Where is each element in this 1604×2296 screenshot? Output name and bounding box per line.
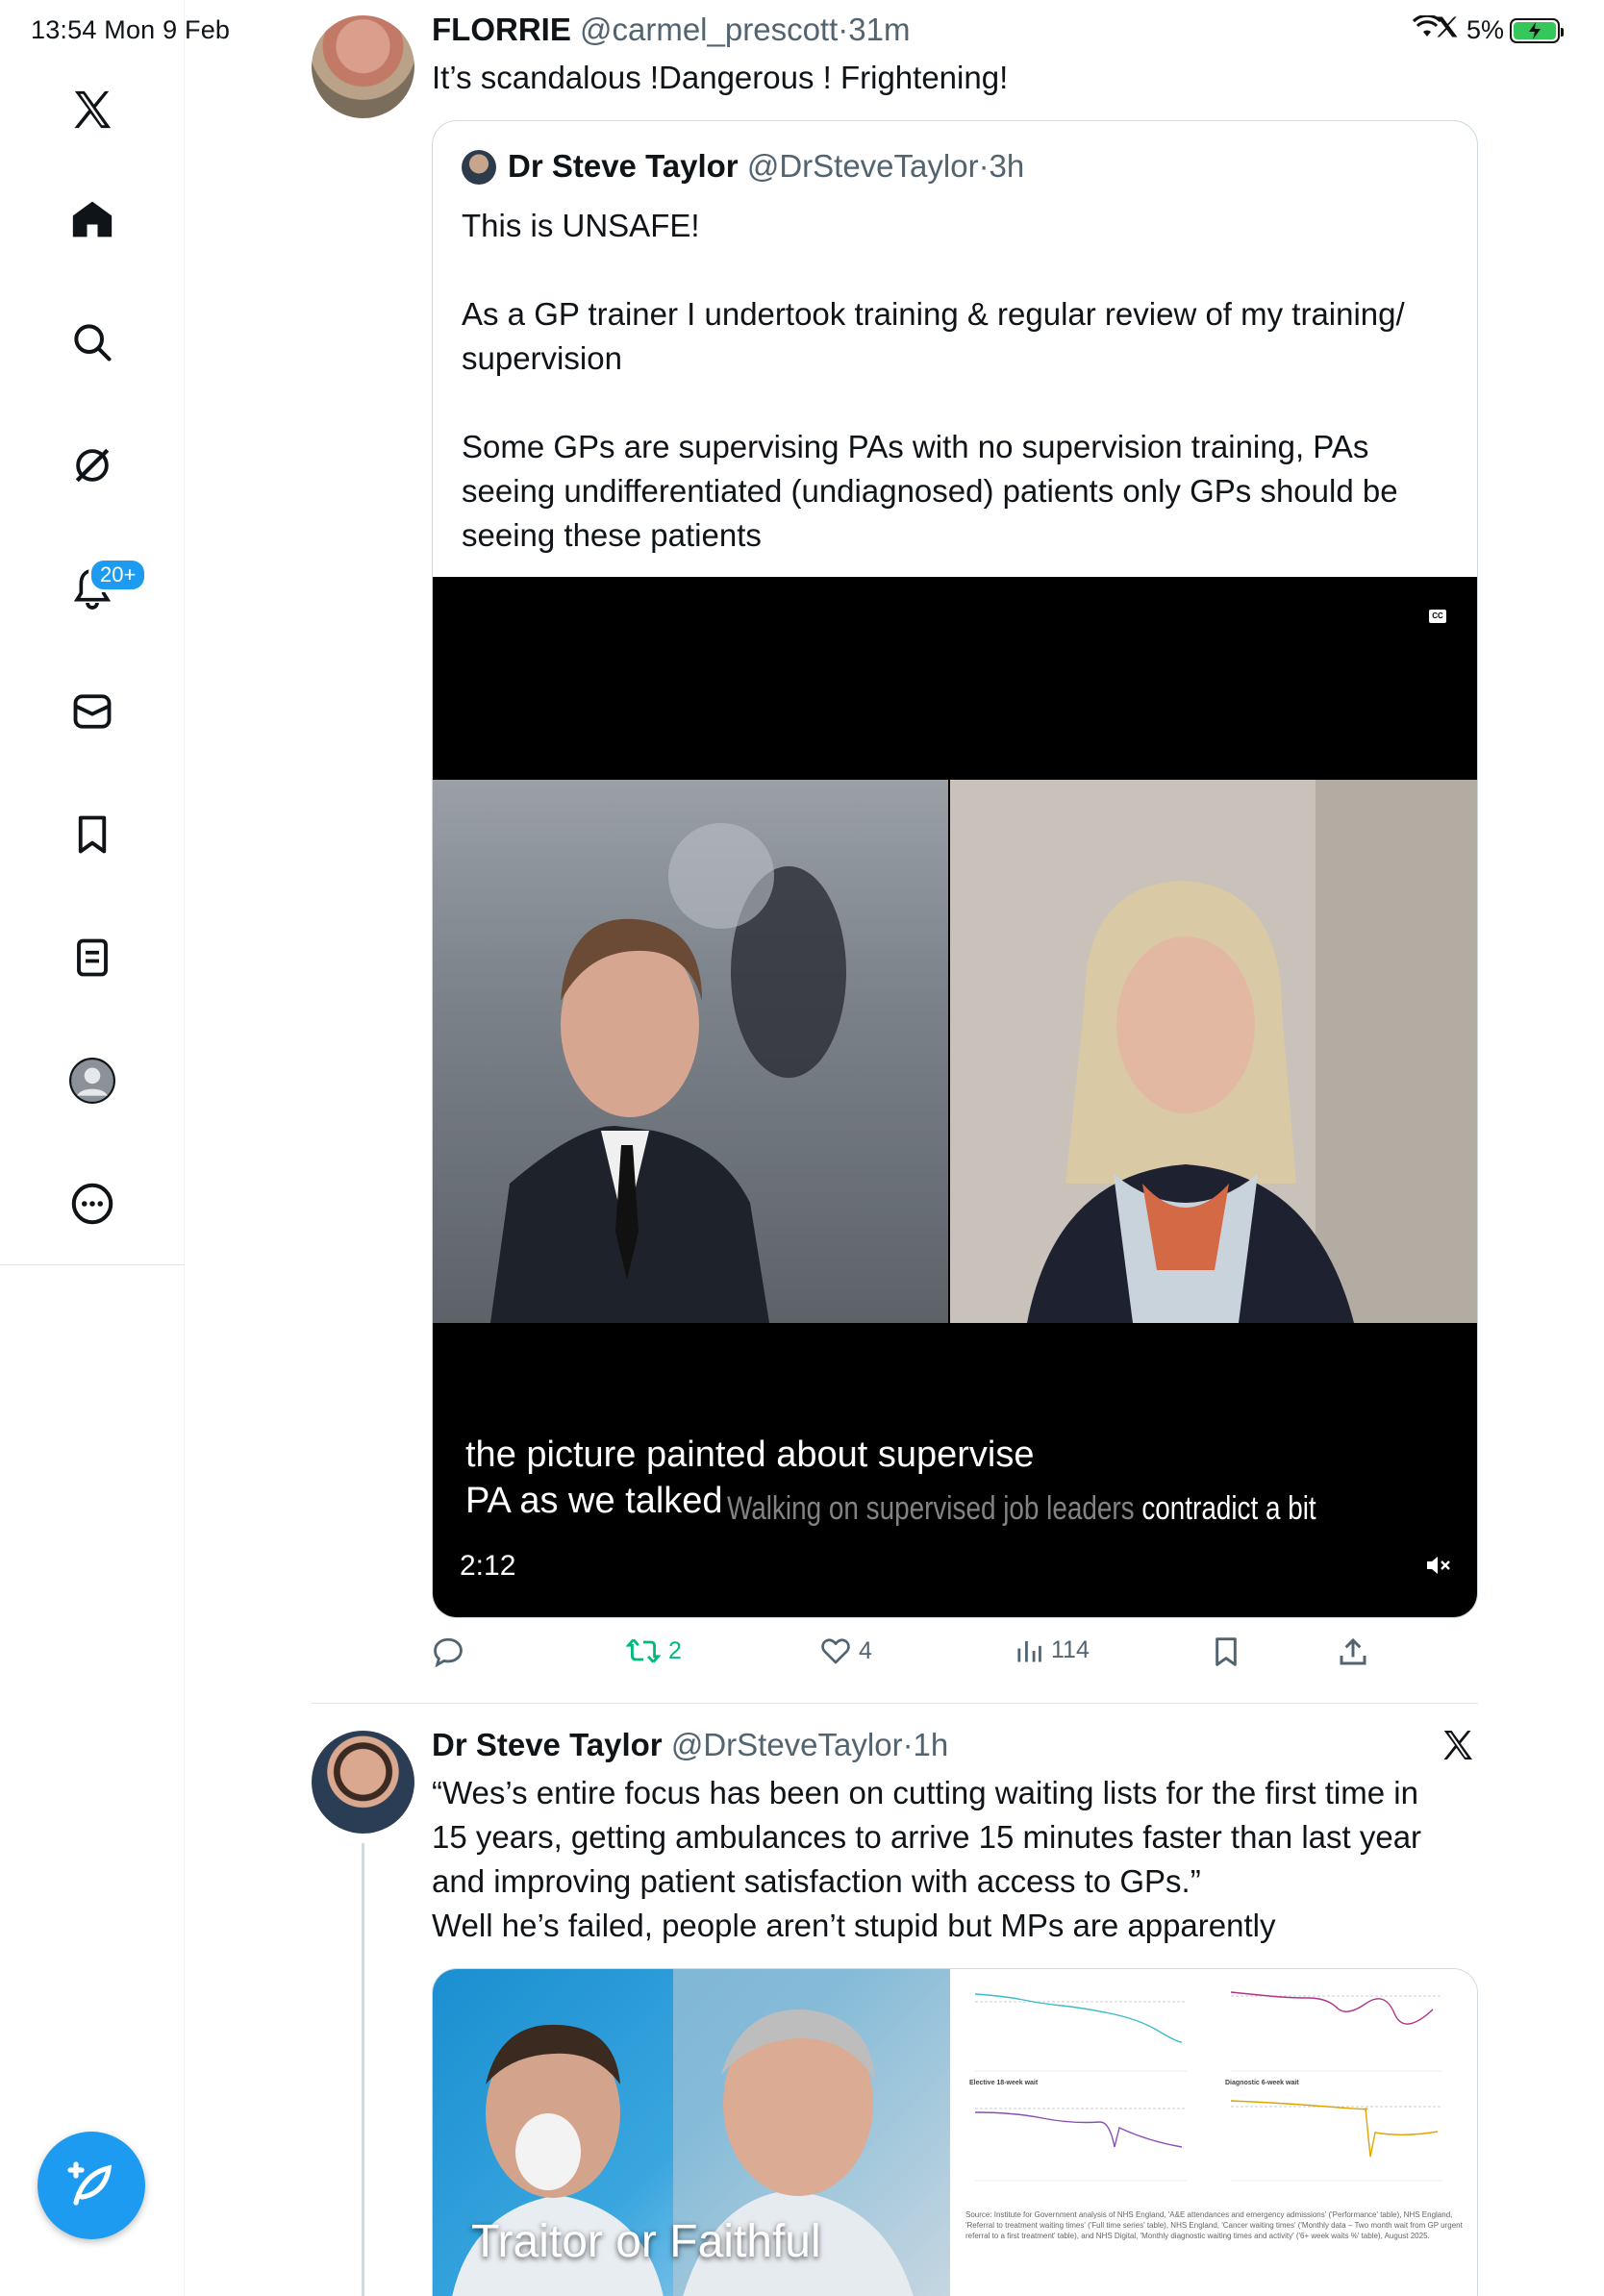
quoted-timestamp: ·3h	[978, 148, 1025, 184]
x-logo-status-icon	[1434, 13, 1461, 47]
heart-icon	[821, 1638, 850, 1664]
tweet1-text: It’s scandalous !Dangerous ! Frightening…	[432, 60, 1009, 95]
quoted-author-name: Dr Steve Taylor	[508, 148, 739, 184]
tweet-divider	[312, 1703, 1478, 1704]
reply-button[interactable]	[432, 1636, 472, 1667]
mini-chart-diagnostic: Diagnostic 6-week wait	[1221, 2080, 1452, 2185]
burned-caption-faded: Walking on supervised job leaders	[727, 1490, 1135, 1527]
repost-button[interactable]: 2	[626, 1636, 682, 1665]
compose-feather-icon	[67, 2161, 113, 2206]
search-icon[interactable]	[62, 312, 123, 373]
quoted-tweet-header: Dr Steve Taylor @DrSteveTaylor·3h	[508, 148, 1024, 185]
like-count: 4	[859, 1636, 872, 1664]
status-indicators: 5%	[1412, 13, 1564, 47]
bookmark-icon	[1216, 1637, 1237, 1666]
video-caption-line1: the picture painted about supervise	[465, 1435, 1035, 1475]
share-icon	[1340, 1637, 1366, 1665]
quoted-tweet-card[interactable]: Dr Steve Taylor @DrSteveTaylor·3h This i…	[432, 120, 1478, 1618]
mini-chart-elective: Elective 18-week wait	[965, 2080, 1196, 2185]
thread-connector-line	[362, 1843, 364, 2296]
mini-chart-cancer	[1221, 1975, 1452, 2081]
video-frame-woman	[950, 780, 1477, 1323]
tweet2-media[interactable]: Traitor or Faithful Elective 18-week wai…	[432, 1968, 1478, 2296]
bookmark-button[interactable]	[1213, 1636, 1240, 1667]
tweet2-line: Well he’s failed, people aren’t stupid b…	[432, 1908, 1276, 1943]
battery-icon	[1510, 17, 1564, 43]
burned-caption-bright: contradict a bit	[1141, 1490, 1316, 1527]
media-caption: Traitor or Faithful	[471, 2216, 821, 2267]
view-count: 114	[1051, 1636, 1090, 1663]
tweet2-text: “Wes’s entire focus has been on cutting …	[432, 1771, 1480, 1948]
video-duration: 2:12	[460, 1550, 516, 1582]
tweet2-timestamp[interactable]: ·1h	[903, 1727, 949, 1762]
media-image-politicians[interactable]: Traitor or Faithful	[433, 1969, 950, 2296]
tweet1-author-name[interactable]: FLORRIE	[432, 12, 571, 47]
tweet1-header: FLORRIE @carmel_prescott·31m	[432, 12, 910, 48]
tweet2-header: Dr Steve Taylor @DrSteveTaylor·1h	[432, 1727, 948, 1763]
chart-label: Elective 18-week wait	[969, 2080, 1039, 2086]
closed-captions-icon[interactable]: CC	[1429, 610, 1446, 623]
x-logo-icon	[1441, 1728, 1475, 1767]
quoted-line: This is UNSAFE!	[462, 208, 700, 243]
home-icon[interactable]	[62, 188, 123, 250]
tweet2-line: and improving patient satisfaction with …	[432, 1863, 1201, 1899]
notifications-badge: 20+	[88, 558, 148, 592]
grok-icon[interactable]	[62, 435, 123, 496]
mini-chart-ae	[965, 1975, 1196, 2081]
repost-count: 2	[668, 1636, 682, 1664]
burned-in-caption: Walking on supervised job leaders contra…	[727, 1490, 1316, 1528]
more-icon[interactable]	[62, 1173, 123, 1235]
sidebar: 20+	[0, 0, 185, 2296]
tweet2-author-handle[interactable]: @DrSteveTaylor	[671, 1727, 903, 1762]
avatar-dr-steve-taylor[interactable]	[312, 1731, 414, 1834]
quoted-author-avatar	[462, 150, 496, 185]
media-source-note: Source: Institute for Government analysi…	[965, 2210, 1463, 2240]
video-frame-man	[433, 780, 948, 1323]
x-logo-icon[interactable]	[62, 79, 123, 140]
bookmarks-icon[interactable]	[62, 804, 123, 865]
messages-icon[interactable]	[62, 681, 123, 742]
tweet2-line: “Wes’s entire focus has been on cutting …	[432, 1775, 1418, 1810]
profile-avatar-icon[interactable]	[62, 1050, 123, 1111]
views-button[interactable]: 114	[1015, 1636, 1090, 1664]
video-caption-line2: PA as we talked	[465, 1481, 723, 1521]
quoted-author-handle: @DrSteveTaylor	[746, 148, 979, 184]
tweet2-author-name[interactable]: Dr Steve Taylor	[432, 1727, 663, 1762]
quoted-tweet-text: This is UNSAFE! As a GP trainer I undert…	[462, 204, 1452, 558]
sidebar-divider	[0, 1264, 185, 1265]
quoted-line: As a GP trainer I undertook training & r…	[462, 296, 1405, 376]
battery-percentage: 5%	[1466, 15, 1504, 44]
lists-icon[interactable]	[62, 927, 123, 988]
compose-post-button[interactable]	[38, 2132, 145, 2239]
views-chart-icon	[1017, 1640, 1041, 1661]
quoted-line: Some GPs are supervising PAs with no sup…	[462, 429, 1398, 553]
avatar-florrie[interactable]	[312, 15, 414, 118]
media-image-nhs-charts[interactable]: Elective 18-week wait Diagnostic 6-week …	[954, 1969, 1477, 2296]
tweet1-timestamp[interactable]: ·31m	[838, 12, 910, 47]
chart-label: Diagnostic 6-week wait	[1225, 2080, 1299, 2086]
tweet1-author-handle[interactable]: @carmel_prescott	[580, 12, 838, 47]
reply-icon	[434, 1637, 463, 1667]
share-button[interactable]	[1338, 1636, 1368, 1667]
mute-icon[interactable]	[1425, 1554, 1452, 1582]
like-button[interactable]: 4	[820, 1636, 872, 1665]
video-player[interactable]: CC the picture painted about supervise P…	[433, 577, 1477, 1617]
tweet2-line: 15 years, getting ambulances to arrive 1…	[432, 1819, 1422, 1855]
tweet1-action-bar: 2 4 114	[432, 1636, 1480, 1675]
repost-icon	[626, 1638, 661, 1663]
